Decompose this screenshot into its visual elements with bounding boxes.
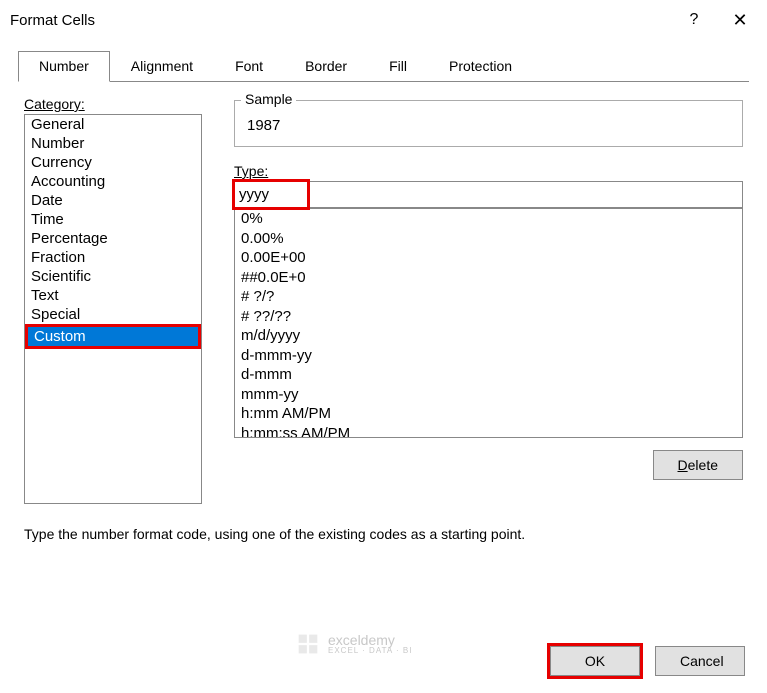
category-item-fraction[interactable]: Fraction [25, 248, 201, 267]
sample-label: Sample [241, 91, 296, 107]
format-item[interactable]: 0.00% [235, 229, 742, 249]
tab-alignment[interactable]: Alignment [110, 51, 214, 82]
format-listbox[interactable]: 0% 0.00% 0.00E+00 ##0.0E+0 # ?/? # ??/??… [234, 208, 743, 438]
category-item-general[interactable]: General [25, 115, 201, 134]
category-item-special[interactable]: Special [25, 305, 201, 324]
tab-fill[interactable]: Fill [368, 51, 428, 82]
format-cells-dialog: Format Cells ? ✕ Number Alignment Font B… [0, 0, 767, 693]
delete-row: Delete [234, 450, 743, 480]
dialog-footer: OK Cancel [547, 643, 745, 679]
category-item-time[interactable]: Time [25, 210, 201, 229]
category-listbox[interactable]: General Number Currency Accounting Date … [24, 114, 202, 504]
hint-text: Type the number format code, using one o… [24, 526, 743, 542]
tab-bar: Number Alignment Font Border Fill Protec… [18, 50, 749, 82]
format-item[interactable]: mmm-yy [235, 385, 742, 405]
watermark-icon [294, 630, 322, 658]
tab-protection[interactable]: Protection [428, 51, 533, 82]
ok-button[interactable]: OK [550, 646, 640, 676]
watermark: exceldemy EXCEL · DATA · BI [294, 630, 412, 658]
sample-group: Sample 1987 [234, 100, 743, 147]
format-item[interactable]: # ??/?? [235, 307, 742, 327]
cancel-button[interactable]: Cancel [655, 646, 745, 676]
category-item-number[interactable]: Number [25, 134, 201, 153]
dialog-title: Format Cells [10, 12, 671, 29]
category-item-text[interactable]: Text [25, 286, 201, 305]
ok-highlight: OK [547, 643, 643, 679]
format-item[interactable]: d-mmm [235, 365, 742, 385]
category-item-accounting[interactable]: Accounting [25, 172, 201, 191]
tab-border[interactable]: Border [284, 51, 368, 82]
category-item-scientific[interactable]: Scientific [25, 267, 201, 286]
format-item[interactable]: 0.00E+00 [235, 248, 742, 268]
watermark-subtitle: EXCEL · DATA · BI [328, 647, 412, 655]
category-item-date[interactable]: Date [25, 191, 201, 210]
format-item[interactable]: h:mm:ss AM/PM [235, 424, 742, 439]
category-label: Category: [24, 96, 202, 112]
watermark-title: exceldemy [328, 633, 412, 647]
category-item-percentage[interactable]: Percentage [25, 229, 201, 248]
format-item[interactable]: 0% [235, 209, 742, 229]
format-item[interactable]: ##0.0E+0 [235, 268, 742, 288]
tab-number[interactable]: Number [18, 51, 110, 82]
delete-button[interactable]: Delete [653, 450, 743, 480]
close-button[interactable]: ✕ [717, 0, 763, 40]
type-input-value: yyyy [239, 186, 269, 203]
category-item-currency[interactable]: Currency [25, 153, 201, 172]
format-item[interactable]: d-mmm-yy [235, 346, 742, 366]
tab-font[interactable]: Font [214, 51, 284, 82]
format-item[interactable]: m/d/yyyy [235, 326, 742, 346]
format-item[interactable]: h:mm AM/PM [235, 404, 742, 424]
type-label: Type: [234, 163, 743, 179]
type-input[interactable]: yyyy [234, 181, 743, 208]
titlebar: Format Cells ? ✕ [0, 0, 767, 40]
titlebar-buttons: ? ✕ [671, 0, 763, 40]
tab-content: Category: General Number Currency Accoun… [0, 82, 767, 556]
category-item-custom[interactable]: Custom [25, 324, 201, 349]
format-item[interactable]: # ?/? [235, 287, 742, 307]
help-button[interactable]: ? [671, 0, 717, 40]
sample-value: 1987 [245, 111, 732, 136]
